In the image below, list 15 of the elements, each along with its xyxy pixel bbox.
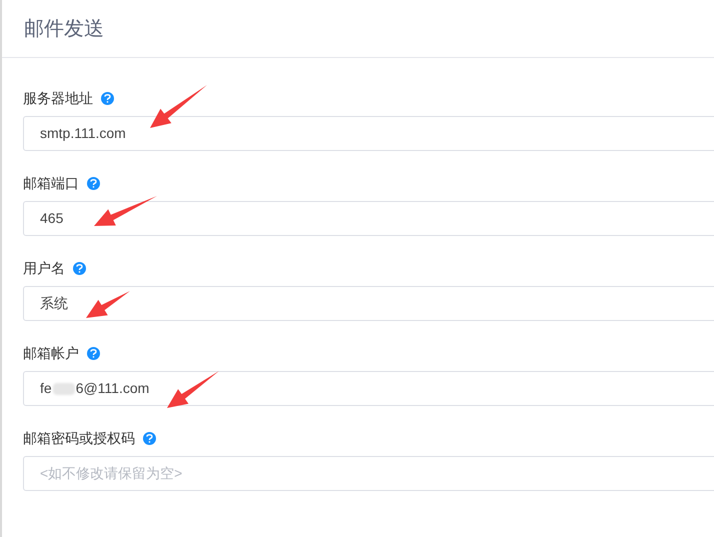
- field-label: 邮箱端口: [23, 174, 79, 192]
- input-field[interactable]: fe 6@111.com: [23, 371, 714, 406]
- input-field[interactable]: smtp.111.com: [23, 116, 714, 151]
- help-icon[interactable]: [87, 176, 100, 190]
- field-label: 服务器地址: [23, 88, 93, 108]
- field-label: 邮箱帐户: [23, 344, 79, 362]
- help-icon[interactable]: [101, 92, 114, 104]
- help-icon[interactable]: [143, 432, 156, 444]
- field-label: 邮箱密码或授权码: [23, 428, 135, 448]
- section-title: 邮件发送: [24, 16, 104, 42]
- field-label: 用户名: [23, 258, 65, 278]
- input-field[interactable]: 系统: [23, 286, 714, 321]
- help-icon[interactable]: [73, 262, 86, 274]
- help-icon[interactable]: [87, 346, 100, 360]
- input-field[interactable]: 465: [23, 201, 714, 236]
